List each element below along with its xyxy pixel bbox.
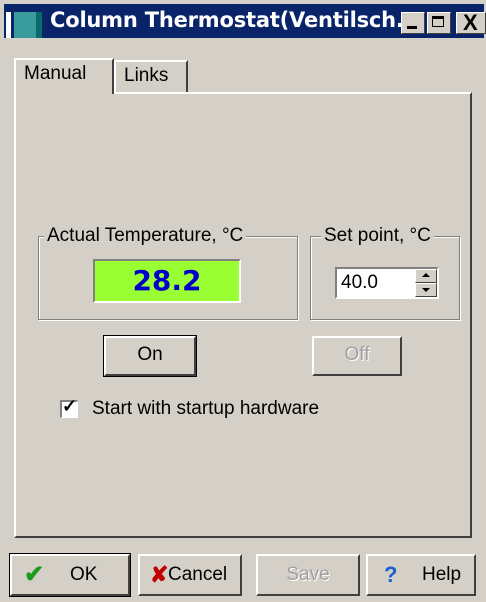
checkmark-icon: ✔ [24,561,45,588]
tab-manual-label: Manual [24,63,87,84]
checkmark-icon: ✓ [62,396,78,416]
off-button: Off [312,336,402,376]
question-icon: ? [384,562,398,587]
help-button[interactable]: ? Help [366,554,476,596]
setpoint-spinner[interactable]: 40.0 [335,267,439,299]
actual-temperature-group: Actual Temperature, °C 28.2 [38,225,298,320]
cancel-button[interactable]: ✘ Cancel [138,554,242,596]
setpoint-input[interactable]: 40.0 [341,272,378,294]
startup-hardware-label: Start with startup hardware [92,398,320,419]
window-title: Column Thermostat(Ventilsch... [50,8,420,32]
actual-temperature-value: 28.2 [93,259,241,303]
tab-manual[interactable]: Manual [14,58,114,94]
actual-temperature-legend: Actual Temperature, °C [44,225,247,247]
startup-hardware-checkbox[interactable]: ✓ [60,396,78,418]
app-icon [6,12,42,38]
ok-button[interactable]: ✔ OK [9,553,131,597]
help-label: Help [422,564,462,585]
setpoint-group: Set point, °C 40.0 [310,225,460,320]
save-button: Save [256,554,360,596]
on-button[interactable]: On [103,335,197,377]
cancel-label: Cancel [168,564,228,585]
spin-up-button[interactable] [415,269,437,283]
title-bar: Column Thermostat(Ventilsch... X [4,4,486,38]
maximize-button[interactable] [427,12,451,34]
dialog-window: Column Thermostat(Ventilsch... X Manual … [0,0,486,602]
spinner-buttons [415,269,437,297]
minimize-button[interactable] [401,12,425,34]
tab-links-label: Links [124,65,169,86]
tab-links[interactable]: Links [114,60,188,92]
ok-label: OK [70,564,98,585]
close-icon: X [463,10,478,35]
close-button[interactable]: X [456,10,486,35]
spin-down-button[interactable] [415,283,437,297]
cross-icon: ✘ [150,562,169,587]
setpoint-legend: Set point, °C [321,225,434,247]
